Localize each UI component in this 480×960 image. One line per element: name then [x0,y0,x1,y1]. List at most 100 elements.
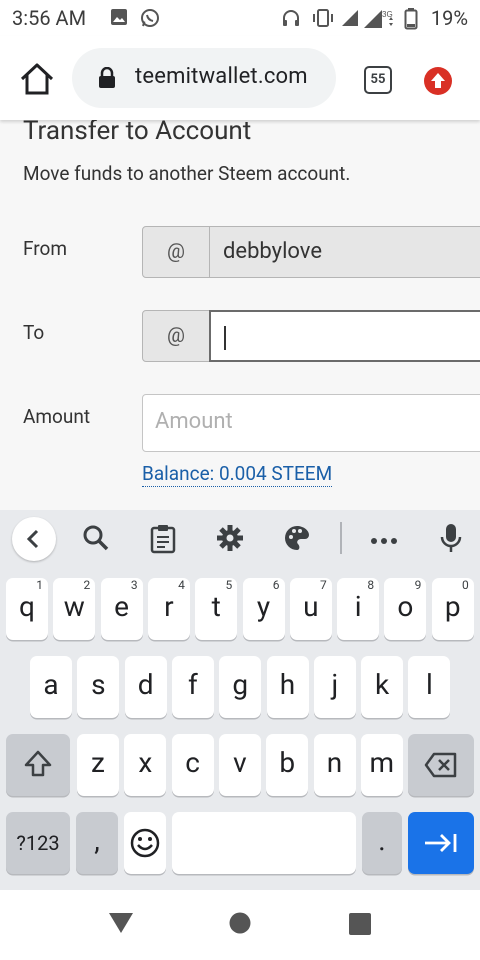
key[interactable]: q1 [6,578,48,640]
key-label: d [137,668,154,701]
key[interactable]: i8 [337,578,380,640]
toolbar-divider [340,522,342,554]
browser-toolbar: teemitwallet.com 55 [0,36,480,120]
back-triangle-icon[interactable] [108,911,134,939]
key[interactable]: m [360,734,403,796]
keyboard-toolbar [0,510,480,568]
microphone-icon[interactable] [440,522,462,558]
key[interactable]: z [77,734,119,796]
period-key[interactable]: . [362,812,402,874]
key-label: h [279,668,296,701]
key[interactable]: y6 [242,578,285,640]
key-label: f [188,668,198,701]
update-button[interactable] [424,67,452,95]
shift-key[interactable] [6,734,70,796]
key[interactable]: a [30,656,72,718]
emoji-key[interactable] [124,812,166,874]
from-field: debbylove [209,226,480,278]
keyboard-back-button[interactable] [12,517,56,561]
settings-gear-icon[interactable] [216,524,244,556]
space-key[interactable] [172,812,356,874]
key-label: q [19,590,35,623]
update-icon [431,73,445,88]
comma-key[interactable]: , [76,812,118,874]
key[interactable]: s [77,656,120,718]
transfer-page: Transfer to Account Move funds to anothe… [0,120,480,510]
key-number-hint: 1 [36,578,43,592]
next-enter-key[interactable] [408,812,474,874]
back-chevron-icon [26,529,39,549]
theme-palette-icon[interactable] [283,524,311,556]
key-label: c [185,746,200,779]
key-label: g [232,668,249,701]
key[interactable]: k [361,656,404,718]
vibrate-icon [311,8,335,32]
from-at-prefix: @ [142,226,210,278]
key[interactable]: d [124,656,167,718]
key-number-hint: 2 [83,578,91,592]
key[interactable]: g [219,656,262,718]
soft-keyboard: ?123 , . q1w2e3r4t5y6u7i8o9p0asdfghjklzx… [0,510,480,890]
key-label: l [425,668,433,701]
to-field[interactable] [209,310,480,362]
key-label: v [233,746,247,779]
key-label: x [138,746,153,779]
key[interactable]: t5 [195,578,238,640]
key-number-hint: 4 [178,578,185,592]
recents-square-icon[interactable] [348,912,372,940]
amount-placeholder: Amount [155,409,233,434]
key[interactable]: p0 [431,578,474,640]
key[interactable]: j [313,656,356,718]
key-label: j [331,668,339,701]
key[interactable]: l [408,656,451,718]
symbols-key[interactable]: ?123 [6,812,70,874]
lock-icon[interactable] [98,66,116,93]
status-bar: 3:56 AM 3G 19% [0,0,480,36]
key-number-hint: 0 [461,578,469,592]
page-title: Transfer to Account [23,120,252,146]
key-number-hint: 5 [225,578,233,592]
amount-field[interactable]: Amount [142,394,480,452]
key[interactable]: o9 [384,578,427,640]
key-label: k [374,668,390,701]
key-label: s [91,668,106,701]
home-icon [20,63,54,95]
key-number-hint: 9 [414,578,422,592]
key-label: w [63,590,85,623]
tab-switcher-button[interactable]: 55 [364,66,392,94]
backspace-icon [424,752,457,778]
signal-icon: 3G [362,8,396,34]
key-label: t [211,590,221,623]
clipboard-icon[interactable] [150,524,176,558]
key-label: o [397,590,414,623]
key[interactable]: v [218,734,261,796]
key[interactable]: w2 [53,578,96,640]
key[interactable]: f [171,656,214,718]
address-bar[interactable]: teemitwallet.com [72,48,336,108]
key-label: p [444,590,461,623]
key[interactable]: h [266,656,309,718]
key[interactable]: r4 [147,578,190,640]
search-icon[interactable] [82,524,110,556]
more-icon[interactable] [370,532,398,551]
key[interactable]: n [313,734,356,796]
url-text: teemitwallet.com [135,64,308,89]
key[interactable]: b [266,734,309,796]
key-number-hint: 3 [130,578,138,592]
to-at-prefix: @ [142,310,210,362]
key-number-hint: 6 [272,578,280,592]
key[interactable]: u7 [289,578,332,640]
key-label: y [256,590,271,623]
home-button[interactable] [18,62,56,96]
backspace-key[interactable] [408,734,474,796]
battery-percentage: 19% [430,6,468,30]
key-label: i [354,590,362,623]
key[interactable]: x [124,734,167,796]
status-time: 3:56 AM [12,6,87,30]
key[interactable]: e3 [100,578,143,640]
key-label: z [91,746,105,779]
key[interactable]: c [171,734,214,796]
balance-link[interactable]: Balance: 0.004 STEEM [142,462,333,487]
home-circle-icon[interactable] [229,912,251,938]
amount-label: Amount [23,405,91,428]
